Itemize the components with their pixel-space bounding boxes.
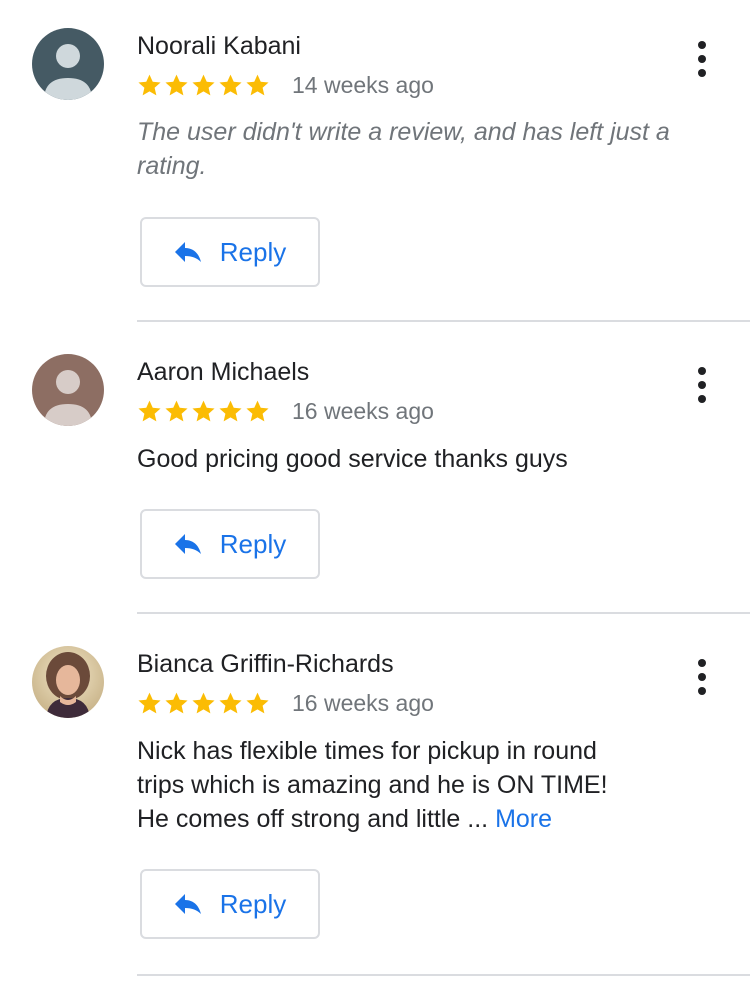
star-icon [165, 692, 188, 713]
divider [137, 974, 750, 976]
review-text-line: trips which is amazing and he is ON TIME… [137, 771, 608, 799]
reply-arrow-icon [174, 534, 201, 554]
review-text-line: He comes off strong and little ... More [137, 802, 697, 836]
reply-button[interactable]: Reply [140, 869, 320, 939]
rating-row: 14 weeks ago [137, 70, 434, 100]
reviewer-name[interactable]: Aaron Michaels [137, 358, 309, 387]
avatar[interactable] [32, 354, 104, 426]
star-icon [246, 692, 269, 713]
star-icon [165, 400, 188, 421]
default-person-icon [32, 28, 104, 100]
reply-label: Reply [219, 888, 287, 919]
star-icon [246, 74, 269, 95]
star-icon [192, 692, 215, 713]
review-time: 16 weeks ago [292, 397, 434, 424]
reply-arrow-icon [174, 242, 201, 262]
star-icon [192, 400, 215, 421]
avatar[interactable] [32, 646, 104, 718]
star-icon [138, 400, 161, 421]
reply-label: Reply [219, 236, 287, 267]
review-time: 16 weeks ago [292, 689, 434, 716]
rating-row: 16 weeks ago [137, 688, 434, 718]
review-text-truncated: He comes off strong and little ... [137, 805, 489, 833]
reply-label: Reply [219, 528, 287, 559]
reply-button[interactable]: Reply [140, 509, 320, 579]
star-icon [192, 74, 215, 95]
avatar[interactable] [32, 28, 104, 100]
star-rating [137, 73, 270, 98]
more-options-icon[interactable] [690, 41, 714, 77]
reviewer-name[interactable]: Noorali Kabani [137, 32, 301, 61]
star-icon [219, 400, 242, 421]
default-person-icon [32, 354, 104, 426]
divider [137, 612, 750, 614]
more-options-icon[interactable] [690, 367, 714, 403]
review-text: The user didn't write a review, and has … [137, 118, 670, 180]
review-time: 14 weeks ago [292, 71, 434, 98]
star-icon [219, 692, 242, 713]
star-icon [138, 692, 161, 713]
more-link[interactable]: More [495, 805, 552, 833]
star-rating [137, 691, 270, 716]
reviewer-name[interactable]: Bianca Griffin-Richards [137, 650, 394, 679]
star-rating [137, 399, 270, 424]
star-icon [219, 74, 242, 95]
reply-arrow-icon [174, 894, 201, 914]
profile-photo [32, 646, 104, 718]
star-icon [138, 74, 161, 95]
rating-row: 16 weeks ago [137, 396, 434, 426]
star-icon [246, 400, 269, 421]
review-text-line: Nick has flexible times for pickup in ro… [137, 737, 597, 765]
more-options-icon[interactable] [690, 659, 714, 695]
review-text: Good pricing good service thanks guys [137, 445, 568, 473]
reply-button[interactable]: Reply [140, 217, 320, 287]
review-text: Nick has flexible times for pickup in ro… [137, 734, 697, 836]
divider [137, 320, 750, 322]
star-icon [165, 74, 188, 95]
